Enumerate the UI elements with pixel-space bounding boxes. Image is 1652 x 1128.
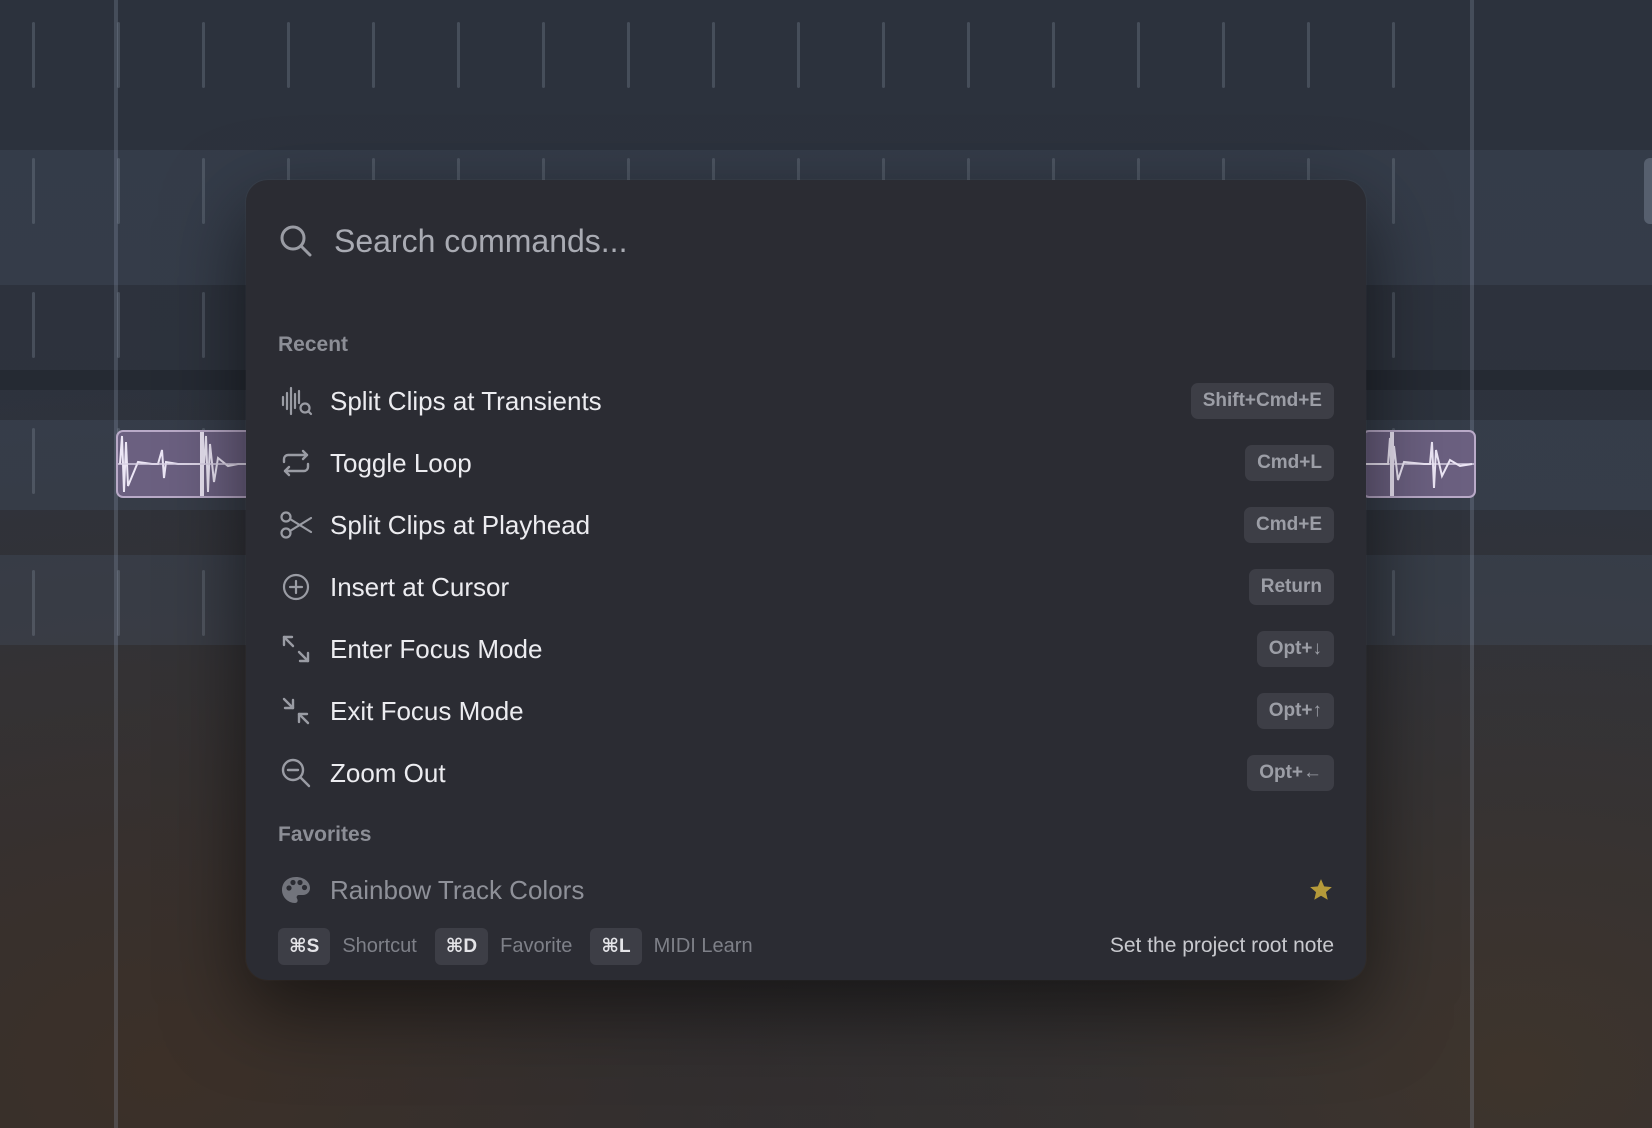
command-label: Exit Focus Mode [330,695,524,726]
command-item[interactable]: Enter Focus Mode Opt+↓ [278,623,1334,675]
hint-key-midi-learn: ⌘L [590,927,642,965]
command-label: Split Clips at Transients [330,385,602,416]
scroll-handle[interactable] [1644,158,1652,224]
command-item[interactable]: Split Clips at Playhead Cmd+E [278,499,1334,551]
grid-tick [287,22,290,88]
grid-tick [202,570,205,636]
plus-circle-icon [278,569,314,605]
grid-tick [1222,22,1225,88]
grid-tick [627,22,630,88]
shortcut-badge: Opt+↑ [1256,693,1334,729]
grid-tick [1052,22,1055,88]
waveform [1364,432,1474,496]
grid-tick [117,570,120,636]
grid-tick [457,22,460,88]
grid-tick [32,570,35,636]
scissors-icon [278,507,314,543]
grid-tick [32,22,35,88]
command-item[interactable]: Split Clips at Transients Shift+Cmd+E [278,375,1334,427]
grid-tick [202,292,205,358]
hint-text-midi-learn: MIDI Learn [653,934,753,957]
shortcut-badge: Cmd+L [1245,445,1334,481]
palette-icon [278,872,314,908]
command-item[interactable]: Insert at Cursor Return [278,561,1334,613]
grid-tick [1392,22,1395,88]
command-label: Enter Focus Mode [330,633,543,664]
command-item[interactable]: Toggle Loop Cmd+L [278,437,1334,489]
grid-tick [1137,22,1140,88]
search-bar [278,218,1334,264]
command-label: Split Clips at Playhead [330,509,591,540]
grid-tick [882,22,885,88]
shortcut-badge: Opt+← [1247,755,1334,791]
waveform-search-icon [278,383,314,419]
command-label: Zoom Out [330,757,446,788]
search-input[interactable] [334,218,1334,264]
section-label-favorites: Favorites [278,823,372,846]
hint-key-shortcut: ⌘S [278,927,331,965]
grid-tick [1307,22,1310,88]
grid-tick [117,292,120,358]
star-icon[interactable] [1308,877,1334,903]
grid-tick [32,292,35,358]
search-icon [280,225,312,257]
command-label: Toggle Loop [330,447,472,478]
grid-tick [967,22,970,88]
grid-tick [117,22,120,88]
grid-tick [32,428,35,494]
audio-clip[interactable] [1362,430,1476,498]
audio-clip[interactable] [116,430,260,498]
expand-icon [278,631,314,667]
grid-tick [117,158,120,224]
shortcut-badge: Shift+Cmd+E [1190,383,1334,419]
grid-tick [32,158,35,224]
grid-tick [1392,292,1395,358]
hint-text-shortcut: Shortcut [342,934,417,957]
grid-tick [712,22,715,88]
shortcut-badge: Cmd+E [1244,507,1334,543]
grid-tick [1392,570,1395,636]
section-label-recent: Recent [278,333,349,356]
command-item[interactable]: Exit Focus Mode Opt+↑ [278,685,1334,737]
command-label: Rainbow Track Colors [330,874,585,905]
hint-text-favorite: Favorite [500,934,573,957]
grid-tick [202,22,205,88]
hint-key-favorite: ⌘D [434,927,489,965]
command-label: Insert at Cursor [330,571,510,602]
zoom-out-icon [278,755,314,791]
grid-tick [1392,158,1395,224]
palette-footer: ⌘S Shortcut ⌘D Favorite ⌘L MIDI Learn Se… [278,927,1334,965]
region-boundary-right [1470,0,1474,1128]
grid-tick [202,158,205,224]
grid-tick [372,22,375,88]
shortcut-badge: Return [1248,569,1334,605]
command-description: Set the project root note [1109,934,1334,957]
grid-tick [797,22,800,88]
shortcut-badge: Opt+↓ [1256,631,1334,667]
grid-tick [542,22,545,88]
command-item[interactable]: Rainbow Track Colors [278,864,1334,916]
command-item[interactable]: Zoom Out Opt+← [278,747,1334,799]
command-palette: Recent Split Clips at Transients Shift+C… [246,180,1366,980]
loop-icon [278,445,314,481]
waveform [118,432,258,496]
collapse-icon [278,693,314,729]
